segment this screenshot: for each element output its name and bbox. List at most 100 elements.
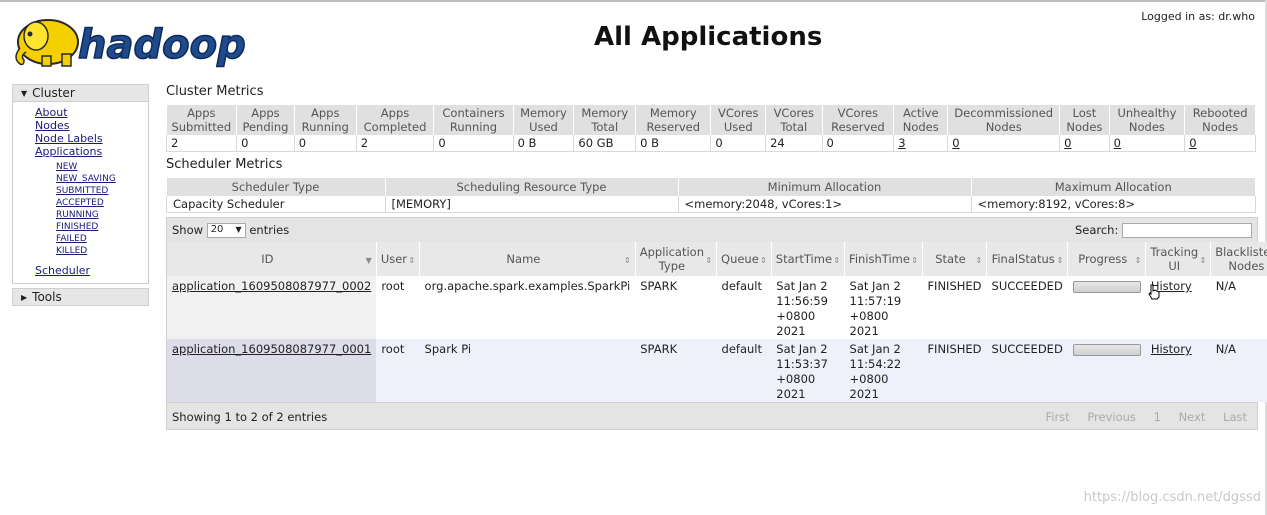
sort-icon: ⇕	[1134, 256, 1142, 265]
sort-icon: ⇕	[975, 256, 983, 265]
app-user: root	[376, 276, 420, 339]
state-finished-link[interactable]: FINISHED	[35, 221, 148, 233]
app-tracking-ui-link[interactable]: History	[1151, 342, 1192, 356]
tools-label: Tools	[32, 290, 62, 304]
time-line: 11:57:19	[849, 294, 902, 308]
sched-header: Maximum Allocation	[971, 178, 1256, 196]
nav-node-labels-link[interactable]: Node Labels	[35, 132, 148, 145]
cluster-metric-link[interactable]: 0	[1189, 136, 1196, 150]
cluster-metric-value: 0 B	[635, 135, 711, 152]
nav-nodes-link[interactable]: Nodes	[35, 119, 148, 132]
state-accepted-link[interactable]: ACCEPTED	[35, 197, 148, 209]
progress-bar	[1072, 281, 1141, 293]
sidebar: ▼ Cluster About Nodes Node Labels Applica…	[12, 84, 149, 306]
state-failed-link[interactable]: FAILED	[35, 233, 148, 245]
app-user: root	[376, 339, 420, 402]
column-header-label: FinishTime	[849, 252, 910, 266]
state-submitted-link[interactable]: SUBMITTED	[35, 185, 148, 197]
top-border	[0, 0, 1267, 2]
nav-scheduler-link[interactable]: Scheduler	[35, 264, 148, 277]
app-id[interactable]: application_1609508087977_0002	[167, 276, 377, 339]
app-finish-time: Sat Jan 2 11:54:22 +0800 2021	[844, 339, 923, 402]
cluster-metric-header: VCores Used	[710, 105, 767, 135]
sidebar-tools-header[interactable]: ▶ Tools	[12, 288, 149, 306]
app-progress	[1067, 276, 1146, 339]
search-label: Search:	[1074, 223, 1119, 237]
app-finish-time: Sat Jan 2 11:57:19 +0800 2021	[844, 276, 923, 339]
state-killed-link[interactable]: KILLED	[35, 245, 148, 257]
sort-icon: ⇕	[911, 256, 918, 265]
column-header[interactable]: Tracking UI ⇕	[1145, 242, 1212, 276]
column-header[interactable]: User ⇕	[376, 242, 421, 276]
hand-cursor-icon	[1148, 284, 1160, 300]
cluster-metric-value[interactable]: 0	[947, 135, 1060, 152]
time-line: +0800	[849, 309, 889, 323]
app-type: SPARK	[635, 339, 717, 402]
nav-about-link[interactable]: About	[35, 106, 148, 119]
state-new-link[interactable]: NEW	[35, 161, 148, 173]
column-header[interactable]: Queue ⇕	[716, 242, 772, 276]
cluster-metric-link[interactable]: 0	[1114, 136, 1121, 150]
sort-icon: ⇕	[833, 256, 841, 265]
table-row: application_1609508087977_0001 root Spark …	[167, 339, 1267, 402]
time-line: 2021	[776, 324, 806, 338]
app-state: FINISHED	[922, 339, 987, 402]
entries-info: Showing 1 to 2 of 2 entries	[172, 410, 328, 424]
cluster-metric-link[interactable]: 0	[1064, 136, 1071, 150]
app-id[interactable]: application_1609508087977_0001	[167, 339, 377, 402]
pager-previous-button[interactable]: Previous	[1087, 410, 1136, 424]
column-header-label: Tracking UI	[1150, 245, 1199, 273]
sched-value: Capacity Scheduler	[166, 196, 385, 213]
cluster-metric-link[interactable]: 3	[898, 136, 905, 150]
pager-first-button[interactable]: First	[1045, 410, 1069, 424]
nav-applications-link[interactable]: Applications	[35, 145, 148, 158]
column-header[interactable]: FinalStatus ⇕	[986, 242, 1069, 276]
column-header[interactable]: ID ▼	[167, 242, 377, 276]
cluster-metric-value: 0	[236, 135, 295, 152]
app-id-link[interactable]: application_1609508087977_0002	[172, 279, 371, 293]
column-header[interactable]: Blacklisted Nodes⇕	[1210, 242, 1267, 276]
column-header-label: Progress	[1078, 252, 1128, 266]
cluster-metric-value: 2	[355, 135, 434, 152]
state-new-saving-link[interactable]: NEW_SAVING	[35, 173, 148, 185]
entries-select[interactable]: 20 ▼	[206, 223, 246, 238]
sched-value: <memory:8192, vCores:8>	[970, 196, 1256, 213]
sort-icon: ⇕	[1056, 256, 1064, 265]
column-header[interactable]: StartTime ⇕	[771, 242, 846, 276]
time-line: 11:53:37	[776, 357, 828, 371]
app-start-time: Sat Jan 2 11:53:37 +0800 2021	[771, 339, 845, 402]
app-tracking-ui[interactable]: History	[1145, 339, 1211, 402]
entries-value: 20	[210, 224, 224, 235]
app-id-link[interactable]: application_1609508087977_0001	[172, 342, 371, 356]
column-header[interactable]: FinishTime ⇕	[844, 242, 923, 276]
column-header[interactable]: Progress ⇕	[1067, 242, 1147, 276]
cluster-metric-value[interactable]: 0	[1059, 135, 1110, 152]
pager-next-button[interactable]: Next	[1179, 410, 1206, 424]
time-line: Sat Jan 2	[776, 342, 828, 356]
time-line: 11:54:22	[849, 357, 902, 371]
search-input[interactable]	[1122, 223, 1252, 238]
column-header[interactable]: State ⇕	[922, 242, 988, 276]
cluster-metric-header: Containers Running	[433, 105, 514, 135]
sched-header: Scheduling Resource Type	[385, 178, 679, 196]
applications-panel: Show 20 ▼ entries Search: ID ▼ User ⇕ Name ⇕ Ap…	[166, 217, 1267, 430]
sidebar-cluster-header[interactable]: ▼ Cluster	[12, 84, 149, 102]
cluster-metric-value[interactable]: 3	[893, 135, 948, 152]
cluster-metric-header: Apps Completed	[356, 105, 435, 135]
column-header[interactable]: Application Type ⇕	[635, 242, 718, 276]
cluster-metric-header: Apps Submitted	[166, 105, 238, 135]
pager-page-button[interactable]: 1	[1154, 410, 1161, 424]
sort-icon: ⇕	[408, 256, 416, 265]
state-running-link[interactable]: RUNNING	[35, 209, 148, 221]
app-queue: default	[716, 276, 772, 339]
cluster-metric-value[interactable]: 0	[1184, 135, 1256, 152]
cluster-metric-value[interactable]: 0	[1108, 135, 1185, 152]
table-footer: Showing 1 to 2 of 2 entries First Previo…	[167, 402, 1257, 429]
column-header[interactable]: Name ⇕	[419, 242, 636, 276]
column-header-label: Name	[506, 252, 541, 266]
cluster-metric-link[interactable]: 0	[952, 136, 959, 150]
app-blacklisted: N/A	[1210, 339, 1267, 402]
time-line: 2021	[849, 324, 879, 338]
pager-last-button[interactable]: Last	[1223, 410, 1247, 424]
cluster-metric-value: 0 B	[512, 135, 574, 152]
